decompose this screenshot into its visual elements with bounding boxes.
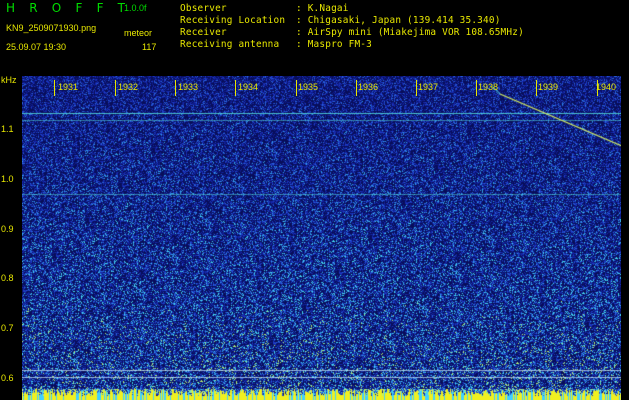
x-tick-mark <box>296 80 297 96</box>
info-label: Observer <box>180 3 227 14</box>
x-tick-label: 1938 <box>478 82 499 92</box>
mode-label: meteor <box>124 28 153 38</box>
info-value: : AirSpy mini (Miakejima VOR 108.65MHz) <box>296 27 524 38</box>
app-title: H R O F F T <box>6 1 131 15</box>
count-label: 117 <box>142 42 157 52</box>
info-label: Receiver <box>180 27 227 38</box>
x-tick-label: 1940 <box>596 82 617 92</box>
version-label: 1.0.0f <box>124 3 147 13</box>
x-tick-mark <box>536 80 537 96</box>
x-tick-mark <box>476 80 477 96</box>
x-tick-mark <box>54 80 55 96</box>
x-tick-label: 1934 <box>238 82 259 92</box>
x-tick-mark <box>416 80 417 96</box>
info-value: : Chigasaki, Japan (139.414 35.340) <box>296 15 501 26</box>
x-tick-mark <box>175 80 176 96</box>
y-tick-label: 0.6 <box>1 373 14 383</box>
x-tick-label: 1933 <box>178 82 199 92</box>
y-tick-label: 0.7 <box>1 323 14 333</box>
info-value: : K.Nagai <box>296 3 349 14</box>
x-tick-label: 1931 <box>58 82 79 92</box>
x-tick-label: 1939 <box>538 82 559 92</box>
y-axis-unit: kHz <box>1 75 17 85</box>
x-tick-label: 1935 <box>298 82 319 92</box>
filename-label: KN9_2509071930.png <box>6 23 97 33</box>
info-label: Receiving Location <box>180 15 286 26</box>
x-tick-label: 1937 <box>418 82 439 92</box>
y-tick-label: 1.1 <box>1 124 14 134</box>
y-tick-label: 0.8 <box>1 273 14 283</box>
spectrogram-canvas[interactable] <box>22 76 621 400</box>
x-tick-mark <box>115 80 116 96</box>
x-tick-label: 1932 <box>118 82 139 92</box>
x-tick-mark <box>235 80 236 96</box>
y-tick-label: 0.9 <box>1 224 14 234</box>
spectrogram-plot[interactable] <box>22 76 621 400</box>
info-label: Receiving antenna <box>180 39 280 50</box>
info-value: : Maspro FM-3 <box>296 39 372 50</box>
x-tick-mark <box>356 80 357 96</box>
x-tick-label: 1936 <box>358 82 379 92</box>
y-tick-label: 1.0 <box>1 174 14 184</box>
datetime-label: 25.09.07 19:30 <box>6 42 67 52</box>
